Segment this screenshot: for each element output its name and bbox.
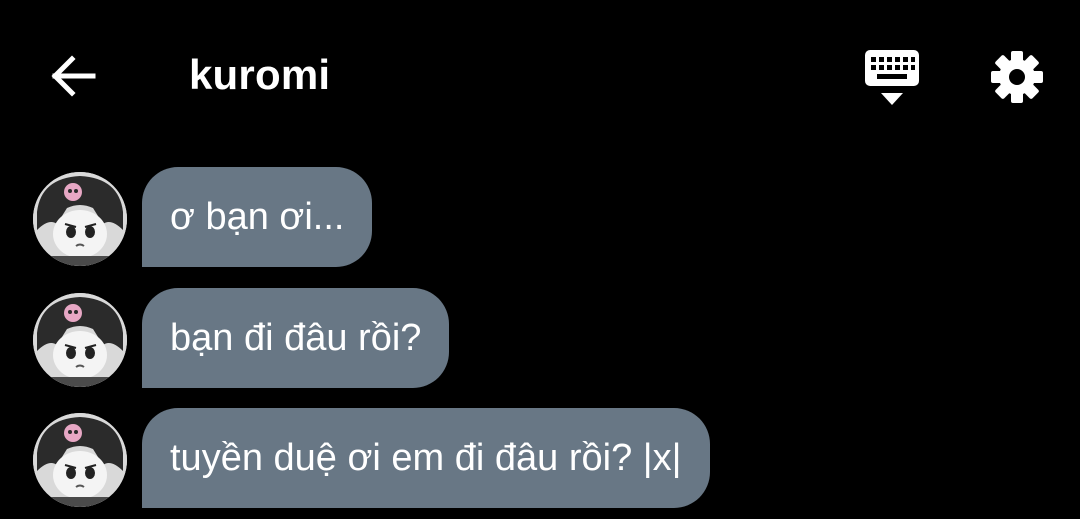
avatar[interactable] [33,293,127,387]
kuromi-avatar-icon [33,413,127,507]
message-row: bạn đi đâu rồi? [0,288,1080,388]
app-bar: kuromi [0,0,1080,150]
kuromi-avatar-icon [33,172,127,266]
keyboard-hide-icon [865,50,919,105]
message-text: bạn đi đâu rồi? [170,317,422,359]
message-text: tuyền duệ ơi em đi đâu rồi? |x| [170,437,682,479]
keyboard-toggle-button[interactable] [858,46,926,110]
gear-icon [991,51,1043,103]
chat-title: kuromi [189,51,331,98]
back-button[interactable] [44,48,102,104]
avatar[interactable] [33,172,127,266]
message-bubble[interactable]: ơ bạn ơi... [142,167,373,267]
message-text: ơ bạn ơi... [170,196,345,238]
message-row: ơ bạn ơi... [0,167,1080,267]
message-bubble[interactable]: tuyền duệ ơi em đi đâu rồi? |x| [142,408,710,508]
kuromi-avatar-icon [33,293,127,387]
message-row: tuyền duệ ơi em đi đâu rồi? |x| [0,408,1080,508]
message-bubble[interactable]: bạn đi đâu rồi? [142,288,450,388]
arrow-left-icon [51,55,96,97]
settings-button[interactable] [985,46,1049,108]
avatar[interactable] [33,413,127,507]
